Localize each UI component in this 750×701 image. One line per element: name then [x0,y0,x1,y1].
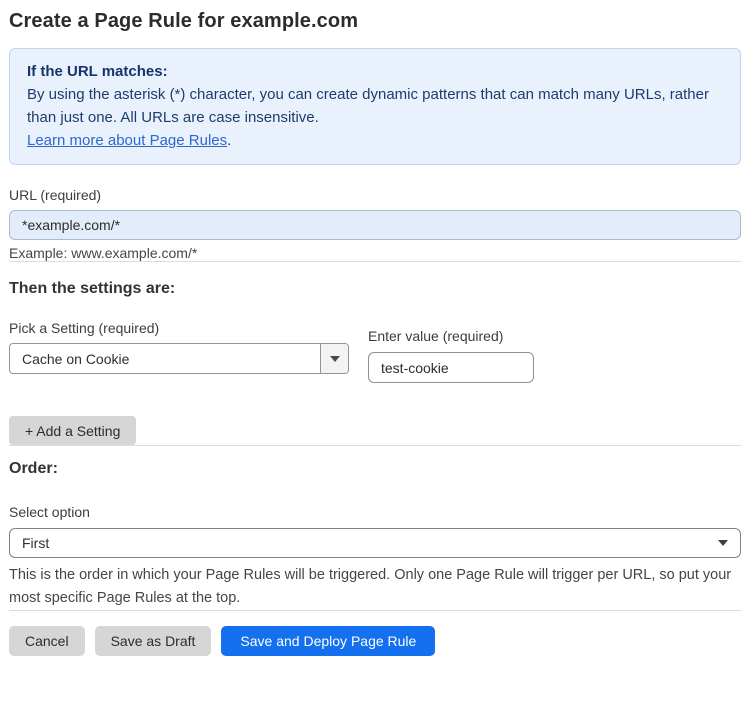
setting-select-value: Cache on Cookie [22,350,130,367]
order-select-arrow [718,540,740,546]
setting-value-label: Enter value (required) [368,328,504,344]
setting-value-column: Enter value (required) [368,329,534,383]
save-as-draft-button[interactable]: Save as Draft [94,626,212,656]
link-period: . [227,132,232,149]
divider [9,610,741,611]
footer-actions: Cancel Save as Draft Save and Deploy Pag… [9,626,741,656]
divider [9,261,741,262]
setting-select[interactable]: Cache on Cookie [9,343,349,374]
setting-fields-row: Pick a Setting (required) Cache on Cooki… [9,321,741,383]
page-title: Create a Page Rule for example.com [9,10,359,32]
url-input[interactable] [9,210,741,240]
learn-more-link[interactable]: Learn more about Page Rules [27,132,227,149]
add-setting-button[interactable]: + Add a Setting [9,416,137,445]
info-box-body: By using the asterisk (*) character, you… [27,86,709,126]
setting-select-arrow-button[interactable] [320,344,348,373]
divider [9,445,741,446]
info-box-heading: If the URL matches: [27,63,168,80]
info-box-link-line: Learn more about Page Rules. [27,129,723,152]
url-example-helper: Example: www.example.com/* [9,245,198,261]
setting-select-label: Pick a Setting (required) [9,320,160,336]
url-match-info-box: If the URL matches: By using the asteris… [9,48,741,165]
order-section-heading: Order: [9,460,58,477]
page-rule-form: Create a Page Rule for example.com If th… [0,8,750,656]
order-select-value: First [22,535,50,551]
setting-value-input[interactable] [368,352,534,383]
chevron-down-icon [329,355,340,362]
order-select-label: Select option [9,504,90,520]
order-helper-text: This is the order in which your Page Rul… [9,567,732,606]
setting-select-column: Pick a Setting (required) Cache on Cooki… [9,321,349,374]
settings-section-heading: Then the settings are: [9,280,176,297]
order-select[interactable]: First [9,528,741,558]
chevron-down-icon [718,540,728,546]
save-and-deploy-button[interactable]: Save and Deploy Page Rule [221,626,436,656]
cancel-button[interactable]: Cancel [9,626,85,656]
url-field-label: URL (required) [9,187,102,203]
